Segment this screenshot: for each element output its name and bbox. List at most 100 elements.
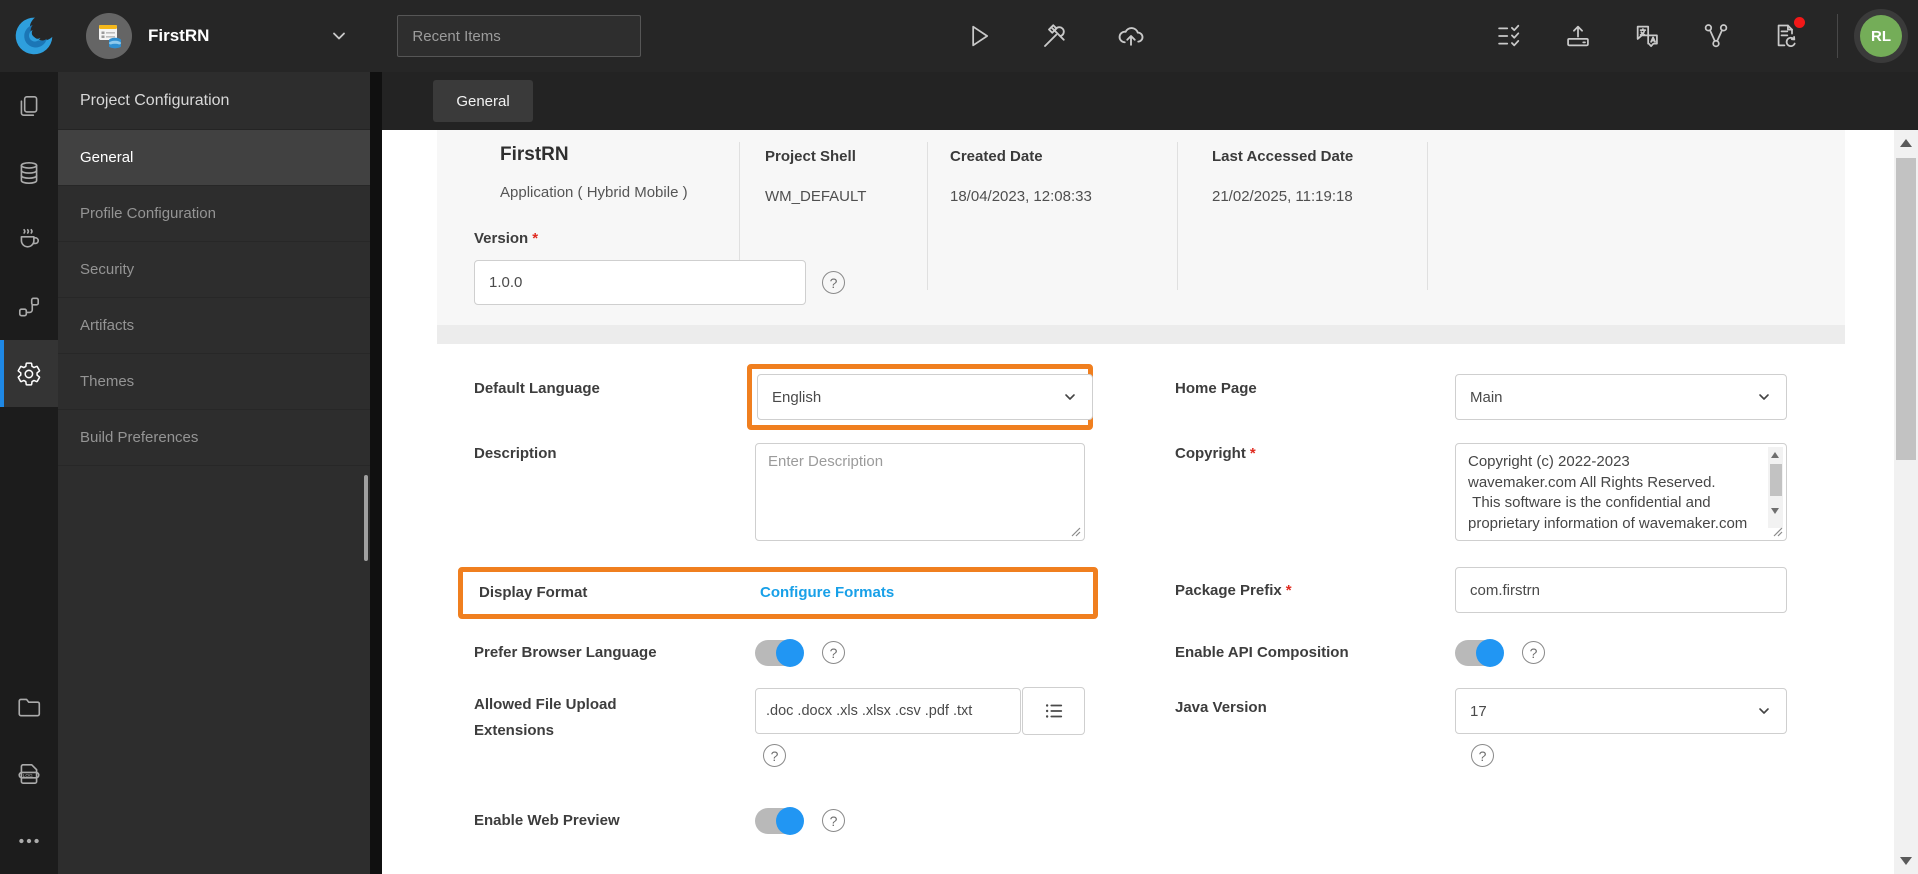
info-divider [927, 142, 928, 290]
sidebar-item-artifacts[interactable]: Artifacts [58, 298, 370, 354]
rail-database-icon[interactable] [0, 139, 58, 206]
project-avatar-icon[interactable] [86, 13, 132, 59]
extensions-list-button[interactable] [1022, 687, 1085, 735]
scroll-down-arrow-icon[interactable] [1899, 857, 1912, 865]
last-accessed-value: 21/02/2025, 11:19:18 [1212, 188, 1353, 205]
default-language-select[interactable]: English [757, 374, 1093, 420]
display-format-highlight: Display Format Configure Formats [458, 567, 1098, 619]
sidebar-scrollbar-thumb[interactable] [364, 475, 368, 561]
tools-icon[interactable] [1038, 19, 1072, 53]
enable-web-preview-label: Enable Web Preview [474, 812, 620, 829]
sync-changes-icon[interactable] [1768, 17, 1805, 53]
copyright-textarea[interactable]: Copyright (c) 2022-2023 wavemaker.com Al… [1455, 443, 1787, 541]
rail-logs-icon[interactable]: LOG [0, 740, 58, 807]
sidebar-item-build-preferences[interactable]: Build Preferences [58, 410, 370, 466]
rail-more-icon[interactable] [0, 807, 58, 874]
section-divider-band [437, 325, 1845, 344]
java-version-select[interactable]: 17 [1455, 688, 1787, 734]
created-date-label: Created Date [950, 148, 1043, 165]
run-icon[interactable] [962, 19, 996, 53]
enable-api-composition-label: Enable API Composition [1175, 644, 1349, 661]
copyright-text: Copyright (c) 2022-2023 wavemaker.com Al… [1468, 453, 1748, 532]
package-prefix-label: Package Prefix * [1175, 582, 1292, 599]
deploy-cloud-icon[interactable] [1114, 19, 1148, 53]
rail-spacer [0, 407, 58, 673]
chevron-down-icon [1759, 394, 1769, 400]
settings-sidebar: Project Configuration General Profile Co… [58, 72, 370, 874]
tab-general[interactable]: General [433, 80, 533, 122]
prefer-browser-language-help-icon[interactable]: ? [822, 641, 845, 664]
enable-api-composition-toggle[interactable] [1455, 639, 1504, 667]
java-version-value: 17 [1470, 702, 1487, 720]
default-language-highlight: English [747, 364, 1093, 430]
project-switcher-chevron-icon[interactable] [329, 26, 349, 46]
version-input[interactable] [474, 260, 806, 305]
scroll-up-arrow-icon[interactable] [1899, 139, 1912, 147]
description-textarea[interactable]: Enter Description [755, 443, 1085, 541]
resize-grip-icon[interactable] [1071, 527, 1081, 537]
package-prefix-input[interactable] [1455, 567, 1787, 613]
default-language-label: Default Language [474, 380, 600, 397]
checklist-icon[interactable] [1492, 19, 1526, 53]
page-scrollbar[interactable] [1894, 130, 1918, 874]
user-avatar-initials: RL [1860, 15, 1902, 57]
left-icon-rail: LOG [0, 72, 58, 874]
description-label: Description [474, 445, 557, 462]
content-tab-bar: General [382, 72, 1918, 130]
app-window: FirstRN Recent Items RL LOG Project Conf… [0, 0, 1918, 874]
scrollbar-thumb[interactable] [1769, 464, 1782, 496]
rail-file-explorer-icon[interactable] [0, 673, 58, 740]
chevron-down-icon [1065, 394, 1075, 400]
user-avatar[interactable]: RL [1854, 9, 1908, 63]
prefer-browser-language-toggle[interactable] [755, 639, 804, 667]
sidebar-resize-gutter[interactable] [370, 72, 382, 874]
version-control-icon[interactable] [1699, 19, 1733, 53]
copyright-label: Copyright * [1175, 445, 1256, 462]
resize-grip-icon[interactable] [1773, 527, 1783, 537]
sidebar-header: Project Configuration [58, 72, 370, 130]
default-language-value: English [772, 388, 822, 406]
enable-api-composition-help-icon[interactable]: ? [1522, 641, 1545, 664]
java-version-help-icon[interactable]: ? [1471, 744, 1494, 767]
allowed-extensions-help-icon[interactable]: ? [763, 744, 786, 767]
sidebar-item-themes[interactable]: Themes [58, 354, 370, 410]
copyright-scrollbar[interactable] [1768, 447, 1783, 528]
info-divider [1177, 142, 1178, 290]
created-date-value: 18/04/2023, 12:08:33 [950, 188, 1092, 205]
scroll-up-arrow-icon[interactable] [1771, 452, 1779, 458]
scrollbar-thumb[interactable] [1896, 158, 1916, 460]
rail-pages-icon[interactable] [0, 72, 58, 139]
export-icon[interactable] [1561, 19, 1595, 53]
scroll-down-arrow-icon[interactable] [1771, 508, 1779, 514]
allowed-extensions-input[interactable] [755, 688, 1021, 734]
sidebar-item-security[interactable]: Security [58, 242, 370, 298]
enable-web-preview-help-icon[interactable]: ? [822, 809, 845, 832]
project-name: FirstRN [148, 26, 210, 45]
chevron-down-icon [1759, 708, 1769, 714]
project-shell-value: WM_DEFAULT [765, 188, 867, 205]
general-settings-panel: FirstRN Application ( Hybrid Mobile ) Pr… [382, 130, 1918, 874]
recent-items-input[interactable]: Recent Items [397, 15, 642, 57]
rail-apis-icon[interactable] [0, 273, 58, 340]
rail-java-services-icon[interactable] [0, 206, 58, 273]
description-placeholder: Enter Description [768, 453, 884, 470]
display-format-label: Display Format [479, 584, 588, 601]
wavemaker-logo-icon[interactable] [10, 12, 58, 60]
translate-icon[interactable] [1630, 19, 1664, 53]
configure-formats-link[interactable]: Configure Formats [760, 584, 894, 601]
version-label: Version * [474, 230, 539, 247]
prefer-browser-language-label: Prefer Browser Language [474, 644, 657, 661]
home-page-label: Home Page [1175, 380, 1257, 397]
recent-items-placeholder: Recent Items [412, 27, 501, 45]
rail-settings-gear-icon[interactable] [0, 340, 58, 407]
notification-dot [1794, 17, 1805, 28]
required-marker: * [532, 230, 539, 247]
home-page-select[interactable]: Main [1455, 374, 1787, 420]
home-page-value: Main [1470, 388, 1503, 406]
enable-web-preview-toggle[interactable] [755, 807, 804, 835]
list-icon [1045, 704, 1062, 718]
version-help-icon[interactable]: ? [822, 271, 845, 294]
info-divider [1427, 142, 1428, 290]
sidebar-item-profile-configuration[interactable]: Profile Configuration [58, 186, 370, 242]
sidebar-item-general[interactable]: General [58, 130, 370, 186]
